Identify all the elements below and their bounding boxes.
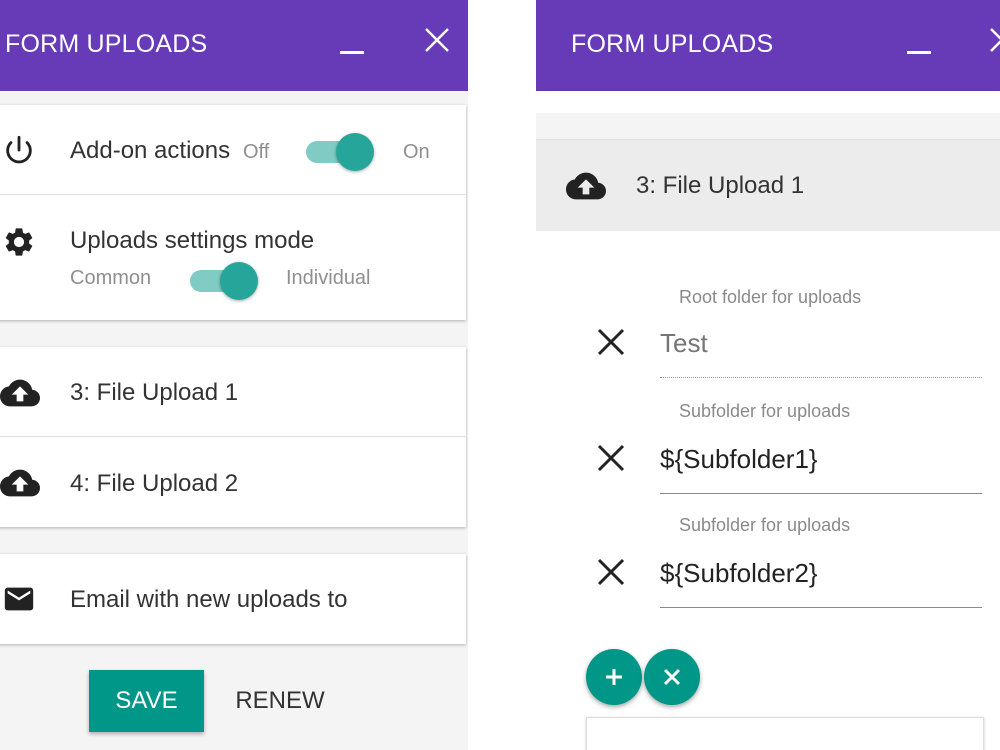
upload-item-label: 4: File Upload 2 xyxy=(70,470,239,497)
header: FORM UPLOADS xyxy=(536,0,1000,91)
settings-card: Add-on actions Off On Uploads settings m… xyxy=(0,105,466,320)
save-button[interactable]: SAVE xyxy=(89,670,204,732)
email-label: Email with new uploads to xyxy=(70,586,348,613)
upload-item-selected[interactable]: 3: File Upload 1 xyxy=(536,139,1000,231)
left-panel: FORM UPLOADS Add-on actions Off On Uploa… xyxy=(0,0,468,750)
subfolder-2-label: Subfolder for uploads xyxy=(679,515,851,535)
close-icon[interactable] xyxy=(988,26,1000,54)
settings-mode-label: Uploads settings mode xyxy=(70,227,315,254)
root-folder-input[interactable] xyxy=(660,322,982,364)
header-title: FORM UPLOADS xyxy=(5,30,208,58)
toggle-thumb xyxy=(336,133,374,171)
clear-icon[interactable] xyxy=(594,555,628,589)
upload-item-label: 3: File Upload 1 xyxy=(70,379,239,406)
cloud-upload-icon xyxy=(0,469,40,497)
header: FORM UPLOADS xyxy=(0,0,468,91)
clear-icon[interactable] xyxy=(594,441,628,475)
header-title: FORM UPLOADS xyxy=(571,30,774,58)
settings-mode-toggle[interactable] xyxy=(190,262,258,302)
close-icon xyxy=(663,668,681,686)
addon-off-label: Off xyxy=(243,141,270,163)
power-icon xyxy=(6,135,32,164)
uploads-card: 3: File Upload 1 4: File Upload 2 xyxy=(0,347,466,527)
card-gap xyxy=(536,113,1000,139)
cloud-upload-icon xyxy=(0,379,40,407)
subfolder-1-input[interactable] xyxy=(660,438,982,480)
upload-item-1[interactable]: 3: File Upload 1 xyxy=(0,347,466,436)
gear-icon xyxy=(5,228,33,256)
settings-mode-row: Uploads settings mode Common Individual xyxy=(0,194,466,321)
addon-on-label: On xyxy=(403,141,430,163)
right-panel: FORM UPLOADS 3: File Upload 1 Root folde… xyxy=(536,0,1000,750)
minimize-icon[interactable] xyxy=(907,51,931,54)
upload-item-2[interactable]: 4: File Upload 2 xyxy=(0,436,466,528)
scrolled-card xyxy=(536,91,1000,113)
renew-button[interactable]: RENEW xyxy=(232,670,328,732)
email-card[interactable]: Email with new uploads to xyxy=(0,554,466,644)
subfolder-1-label: Subfolder for uploads xyxy=(679,401,851,421)
input-underline xyxy=(660,607,982,608)
cloud-upload-icon xyxy=(566,172,606,200)
mail-icon xyxy=(4,587,34,611)
root-folder-label: Root folder for uploads xyxy=(679,287,862,307)
plus-icon xyxy=(606,669,622,685)
input-underline xyxy=(660,493,982,494)
mode-individual-label: Individual xyxy=(286,267,371,289)
subfolder-2-input[interactable] xyxy=(660,552,982,594)
input-underline xyxy=(660,377,982,378)
next-card xyxy=(586,717,984,750)
close-icon[interactable] xyxy=(423,26,451,54)
upload-item-label: 3: File Upload 1 xyxy=(636,172,805,199)
add-subfolder-button[interactable] xyxy=(586,649,642,705)
remove-subfolder-button[interactable] xyxy=(644,649,700,705)
mode-common-label: Common xyxy=(70,267,152,289)
minimize-icon[interactable] xyxy=(340,51,364,54)
addon-actions-row: Add-on actions Off On xyxy=(0,105,466,194)
addon-actions-toggle[interactable] xyxy=(306,133,374,173)
toggle-thumb xyxy=(220,262,258,300)
addon-actions-label: Add-on actions xyxy=(70,137,231,164)
clear-icon[interactable] xyxy=(594,325,628,359)
